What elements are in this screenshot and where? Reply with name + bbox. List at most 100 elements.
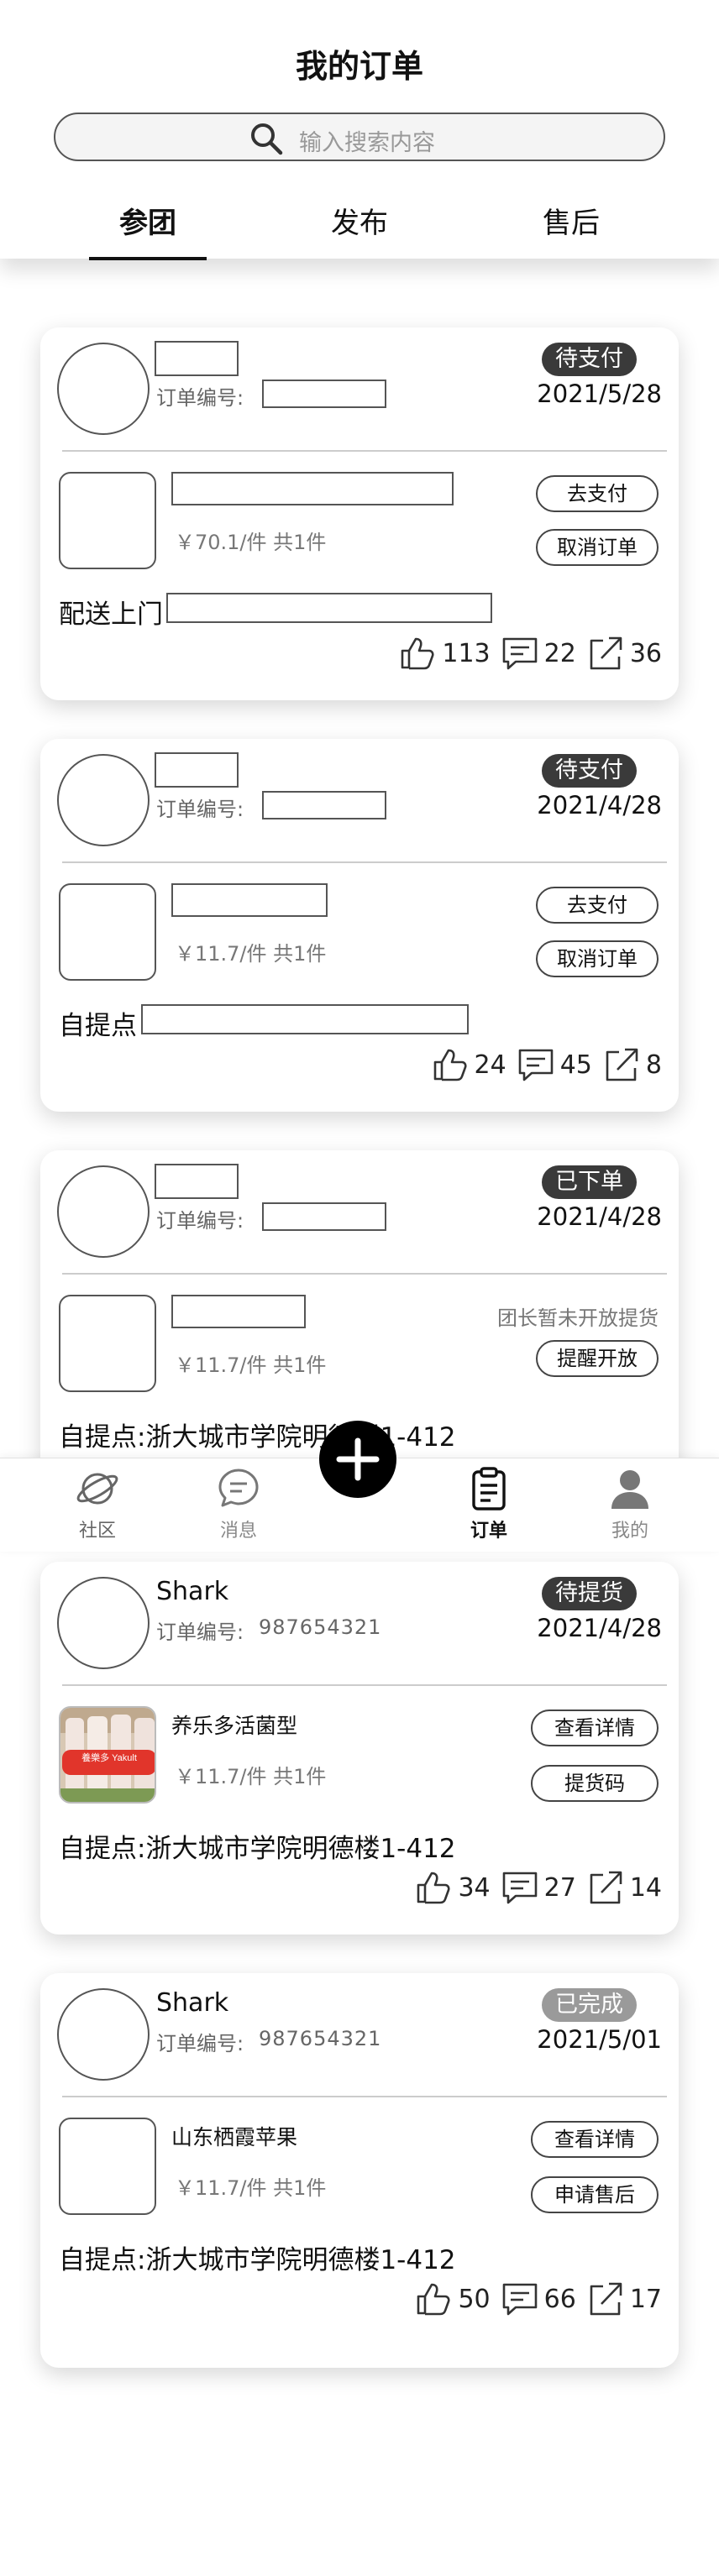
share-icon	[590, 1871, 622, 1904]
tab-publish[interactable]: 发布	[276, 200, 443, 241]
order-number-placeholder	[262, 380, 386, 408]
avatar	[57, 754, 150, 846]
divider	[62, 1684, 667, 1686]
cancel-order-button[interactable]: 取消订单	[536, 529, 659, 566]
order-number: 987654321	[259, 1615, 382, 1639]
order-number-label: 订单编号:	[156, 2032, 244, 2055]
product-title: 山东栖霞苹果	[171, 2125, 298, 2149]
search-icon	[251, 123, 283, 155]
product-title-placeholder	[171, 472, 454, 505]
comment-stat[interactable]: 66	[501, 2280, 576, 2317]
order-card[interactable]: Shark 订单编号: 987654321 待提货 2021/4/28 養樂多 …	[40, 1562, 679, 1935]
order-date: 2021/5/01	[537, 2025, 662, 2054]
share-icon	[590, 2282, 622, 2316]
avatar	[57, 1988, 150, 2081]
order-date: 2021/4/28	[537, 1202, 662, 1231]
product-price: ￥70.1/件 共1件	[175, 531, 327, 554]
share-stat[interactable]: 36	[586, 635, 662, 672]
product-title: 养乐多活菌型	[171, 1714, 298, 1738]
message-bubble-icon	[218, 1469, 259, 1507]
avatar	[57, 1577, 150, 1669]
add-button[interactable]	[319, 1421, 396, 1498]
tab-join-group[interactable]: 参团	[64, 200, 232, 241]
comment-stat[interactable]: 45	[517, 1046, 592, 1083]
order-card[interactable]: 订单编号: 待支付 2021/5/28 ￥70.1/件 共1件 去支付 取消订单…	[40, 327, 679, 700]
comment-icon	[502, 637, 537, 670]
status-badge: 已完成	[542, 1988, 637, 2022]
product-thumbnail[interactable]	[59, 1295, 156, 1392]
planet-icon	[76, 1473, 118, 1505]
engagement-stats: 50 66 17	[414, 2280, 662, 2317]
pay-button[interactable]: 去支付	[536, 475, 659, 512]
engagement-stats: 24 45 8	[431, 1046, 662, 1083]
thumbs-up-icon	[433, 1049, 467, 1081]
thumbs-up-icon	[417, 2283, 450, 2316]
avatar	[57, 1165, 150, 1258]
after-sales-button[interactable]: 申请售后	[531, 2176, 659, 2213]
pay-button[interactable]: 去支付	[536, 887, 659, 924]
user-name: Shark	[156, 1577, 229, 1606]
nav-orders[interactable]: 订单	[438, 1465, 539, 1542]
like-stat[interactable]: 113	[398, 635, 491, 672]
share-stat[interactable]: 14	[586, 1869, 662, 1906]
delivery-address: 配送上门	[59, 599, 163, 630]
order-date: 2021/4/28	[537, 1614, 662, 1642]
product-thumbnail[interactable]	[59, 2118, 156, 2215]
cancel-order-button[interactable]: 取消订单	[536, 940, 659, 977]
pickup-code-button[interactable]: 提货码	[531, 1765, 659, 1802]
remind-open-button[interactable]: 提醒开放	[536, 1340, 659, 1377]
comment-icon	[502, 1872, 537, 1904]
svg-text:養樂多 Yakult: 養樂多 Yakult	[81, 1751, 137, 1763]
order-card[interactable]: Shark 订单编号: 987654321 已完成 2021/5/01 山东栖霞…	[40, 1973, 679, 2368]
share-stat[interactable]: 8	[602, 1046, 662, 1083]
tab-after-sales[interactable]: 售后	[487, 200, 655, 241]
product-title-placeholder	[171, 883, 328, 917]
order-number-placeholder	[262, 791, 386, 819]
status-badge: 待支付	[542, 343, 637, 376]
view-details-button[interactable]: 查看详情	[531, 2121, 659, 2158]
search-bar[interactable]: 输入搜索内容	[54, 113, 665, 161]
plus-icon	[336, 1437, 380, 1481]
divider	[62, 861, 667, 863]
order-number: 987654321	[259, 2027, 382, 2050]
product-thumbnail[interactable]	[59, 883, 156, 981]
thumbs-up-icon	[401, 637, 434, 670]
status-badge: 待提货	[542, 1577, 637, 1610]
page-title: 我的订单	[295, 48, 423, 85]
address-placeholder	[166, 593, 492, 623]
comment-stat[interactable]: 27	[501, 1869, 576, 1906]
product-thumbnail[interactable]	[59, 472, 156, 569]
divider	[62, 2096, 667, 2097]
product-image[interactable]: 養樂多 Yakult	[59, 1706, 156, 1804]
divider	[62, 1273, 667, 1275]
order-date: 2021/4/28	[537, 791, 662, 819]
delivery-address: 自提点:浙大城市学院明德楼1-412	[59, 2245, 456, 2275]
product-title-placeholder	[171, 1295, 306, 1328]
divider	[62, 450, 667, 452]
share-stat[interactable]: 17	[586, 2280, 662, 2317]
share-icon	[606, 1048, 638, 1081]
nav-profile[interactable]: 我的	[580, 1465, 680, 1542]
thumbs-up-icon	[417, 1872, 450, 1904]
like-stat[interactable]: 50	[414, 2280, 491, 2317]
like-stat[interactable]: 24	[431, 1046, 506, 1083]
comment-stat[interactable]: 22	[501, 635, 576, 672]
order-number-placeholder	[262, 1202, 386, 1231]
user-name: Shark	[156, 1988, 229, 2018]
yakult-bottles-image: 養樂多 Yakult	[60, 1708, 155, 1802]
product-price: ￥11.7/件 共1件	[175, 2176, 327, 2200]
avatar	[57, 343, 150, 435]
search-placeholder: 输入搜索内容	[299, 130, 435, 156]
name-placeholder	[155, 341, 239, 376]
nav-community[interactable]: 社区	[47, 1465, 148, 1542]
order-card[interactable]: 订单编号: 待支付 2021/4/28 ￥11.7/件 共1件 去支付 取消订单…	[40, 739, 679, 1112]
product-price: ￥11.7/件 共1件	[175, 1765, 327, 1788]
product-price: ￥11.7/件 共1件	[175, 942, 327, 966]
order-number-label: 订单编号:	[156, 386, 244, 410]
nav-messages[interactable]: 消息	[188, 1465, 289, 1542]
view-details-button[interactable]: 查看详情	[531, 1709, 659, 1746]
like-stat[interactable]: 34	[414, 1869, 491, 1906]
engagement-stats: 34 27 14	[414, 1869, 662, 1906]
share-icon	[590, 636, 622, 670]
user-icon	[611, 1470, 648, 1509]
